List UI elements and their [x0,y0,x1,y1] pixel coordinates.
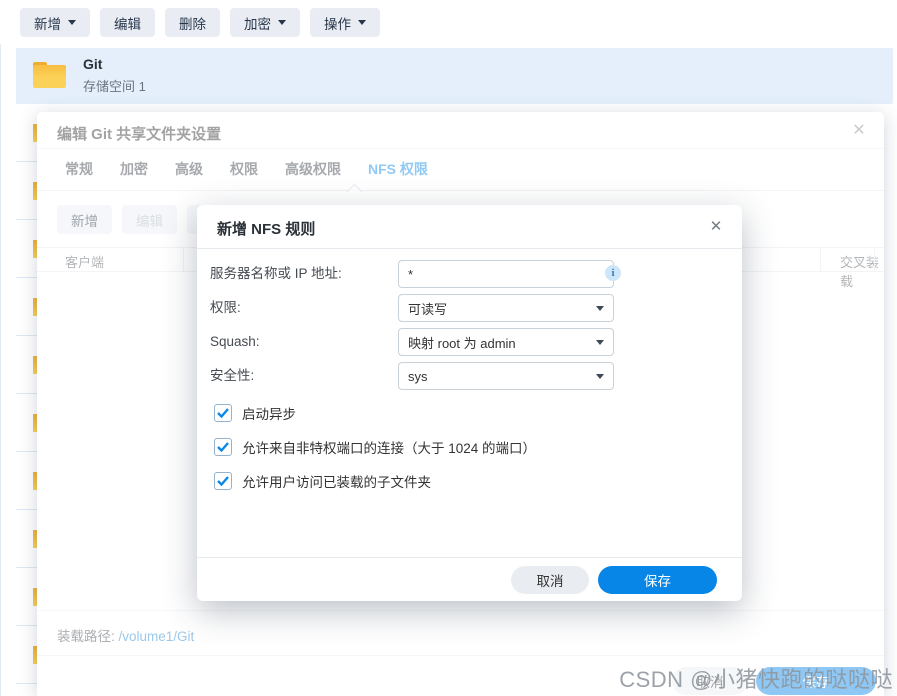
delete-button-label: 删除 [179,13,206,33]
subfolder-check-row: 允许用户访问已装载的子文件夹 [214,471,431,491]
nonpriv-checkbox[interactable] [214,438,232,456]
privilege-select[interactable]: 可读写 [398,294,614,322]
folder-name: Git [83,56,102,72]
folder-icon [33,62,66,88]
async-checkbox[interactable] [214,404,232,422]
chevron-down-icon [596,306,604,311]
security-label: 安全性: [210,362,254,390]
squash-select[interactable]: 映射 root 为 admin [398,328,614,356]
nonpriv-checkbox-label: 允许来自非特权端口的连接（大于 1024 的端口） [242,437,536,457]
shared-folder-row-git[interactable]: Git 存储空间 1 [16,48,893,104]
checkmark-icon [217,408,229,418]
modal-save-button[interactable]: 保存 [598,566,717,594]
security-select[interactable]: sys [398,362,614,390]
squash-label: Squash: [210,328,260,356]
folder-volume-label: 存储空间 1 [83,76,146,95]
server-label: 服务器名称或 IP 地址: [210,260,342,288]
close-icon[interactable]: ✕ [706,217,726,237]
action-button[interactable]: 操作 [310,8,380,37]
main-toolbar: 新增 编辑 删除 加密 操作 [20,8,380,37]
add-button-label: 新增 [34,13,61,33]
left-border [0,44,1,696]
edit-button-label: 编辑 [114,13,141,33]
checkmark-icon [217,476,229,486]
background-rows [16,104,37,696]
chevron-down-icon [596,340,604,345]
security-select-value: sys [408,369,428,384]
chevron-down-icon [358,20,366,25]
modal-title: 新增 NFS 规则 [217,218,315,239]
divider [197,248,742,249]
privilege-label: 权限: [210,294,241,322]
add-button[interactable]: 新增 [20,8,90,37]
async-check-row: 启动异步 [214,403,296,423]
subfolder-checkbox[interactable] [214,472,232,490]
app-root: 新增 编辑 删除 加密 操作 Git 存储空间 1 编辑 Git 共享文件夹设置… [0,0,897,696]
chevron-down-icon [278,20,286,25]
divider [197,557,742,558]
checkmark-icon [217,442,229,452]
subfolder-checkbox-label: 允许用户访问已装载的子文件夹 [242,471,431,491]
info-icon[interactable]: i [605,265,621,281]
server-input[interactable] [398,260,614,288]
async-checkbox-label: 启动异步 [242,403,296,423]
squash-select-value: 映射 root 为 admin [408,333,516,352]
action-button-label: 操作 [324,13,351,33]
delete-button[interactable]: 删除 [165,8,220,37]
edit-button[interactable]: 编辑 [100,8,155,37]
privilege-select-value: 可读写 [408,299,447,318]
encrypt-button[interactable]: 加密 [230,8,300,37]
nonpriv-check-row: 允许来自非特权端口的连接（大于 1024 的端口） [214,437,536,457]
modal-cancel-button[interactable]: 取消 [511,566,589,594]
chevron-down-icon [596,374,604,379]
chevron-down-icon [68,20,76,25]
encrypt-button-label: 加密 [244,13,271,33]
nfs-rule-modal: 新增 NFS 规则 ✕ 服务器名称或 IP 地址: i 权限: 可读写 Squa… [197,205,742,601]
